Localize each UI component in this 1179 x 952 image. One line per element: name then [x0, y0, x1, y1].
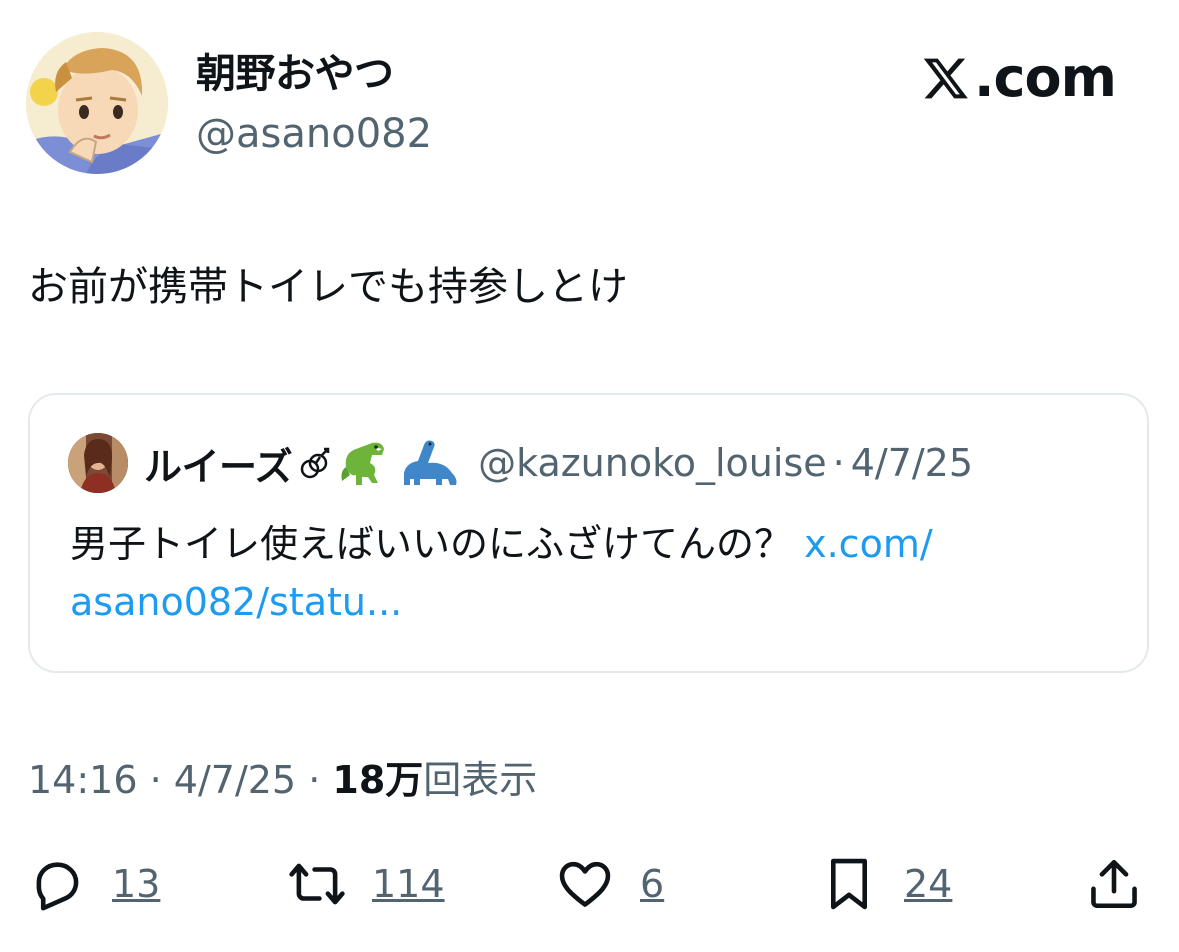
share-button[interactable] — [1085, 852, 1143, 916]
meta-separator: · — [149, 758, 162, 802]
action-bar: 13 114 6 24 — [0, 852, 1179, 916]
author-handle[interactable]: @asano082 — [196, 108, 432, 160]
views-label: 回表示 — [423, 758, 538, 802]
quoted-tweet-header: ルイーズ @kazunoko_louise · 4/7/25 — [144, 433, 973, 493]
quoted-text: 男子トイレ使えばいいのにふざけてんの？ — [70, 522, 793, 566]
quoted-link-part1[interactable]: x.com/ — [804, 522, 933, 566]
quoted-author-avatar[interactable] — [68, 433, 128, 493]
x-logo-icon — [923, 58, 968, 99]
views-count: 18万 — [332, 758, 424, 802]
meta-separator: · — [308, 758, 321, 802]
author-display-name[interactable]: 朝野おやつ — [196, 48, 394, 100]
repost-icon — [289, 863, 345, 905]
tweet-time[interactable]: 14:16 — [28, 758, 138, 802]
tweet-text: お前が携帯トイレでも持参しとけ — [28, 264, 628, 310]
quoted-avatar-photo — [68, 433, 128, 493]
brand-logo: .com — [922, 46, 1117, 110]
quoted-tweet-card[interactable]: ルイーズ @kazunoko_louise · 4/7/25 男子トイレ使えばい… — [28, 393, 1149, 673]
repost-button[interactable]: 114 — [288, 852, 445, 916]
bookmark-count[interactable]: 24 — [904, 852, 952, 916]
quoted-display-name[interactable]: ルイーズ — [144, 436, 293, 491]
repost-count[interactable]: 114 — [372, 852, 445, 916]
quoted-tweet-text: 男子トイレ使えばいいのにふざけてんの？ x.com/ asano082/stat… — [70, 515, 1120, 631]
t-rex-emoji-icon — [341, 442, 385, 485]
double-male-symbol-icon — [300, 447, 330, 479]
quoted-handle[interactable]: @kazunoko_louise — [478, 441, 827, 485]
reply-icon — [36, 862, 79, 911]
author-avatar[interactable] — [26, 32, 168, 174]
author-avatar-illustration — [26, 32, 168, 174]
quoted-date[interactable]: 4/7/25 — [851, 441, 973, 485]
tweet-date[interactable]: 4/7/25 — [174, 758, 296, 802]
reply-count[interactable]: 13 — [112, 852, 160, 916]
share-icon — [1091, 859, 1137, 909]
quoted-name-badges — [298, 437, 460, 489]
like-count[interactable]: 6 — [640, 852, 664, 916]
brand-label: .com — [974, 46, 1117, 109]
quoted-separator: · — [832, 441, 845, 485]
quoted-link-part2[interactable]: asano082/statu... — [70, 580, 402, 624]
tweet-meta: 14:16 · 4/7/25 · 18万回表示 — [28, 752, 537, 808]
bookmark-icon — [830, 858, 868, 910]
sauropod-emoji-icon — [404, 440, 457, 485]
like-button[interactable]: 6 — [556, 852, 664, 916]
reply-button[interactable]: 13 — [28, 852, 160, 916]
bookmark-button[interactable]: 24 — [820, 852, 952, 916]
heart-icon — [559, 861, 611, 907]
